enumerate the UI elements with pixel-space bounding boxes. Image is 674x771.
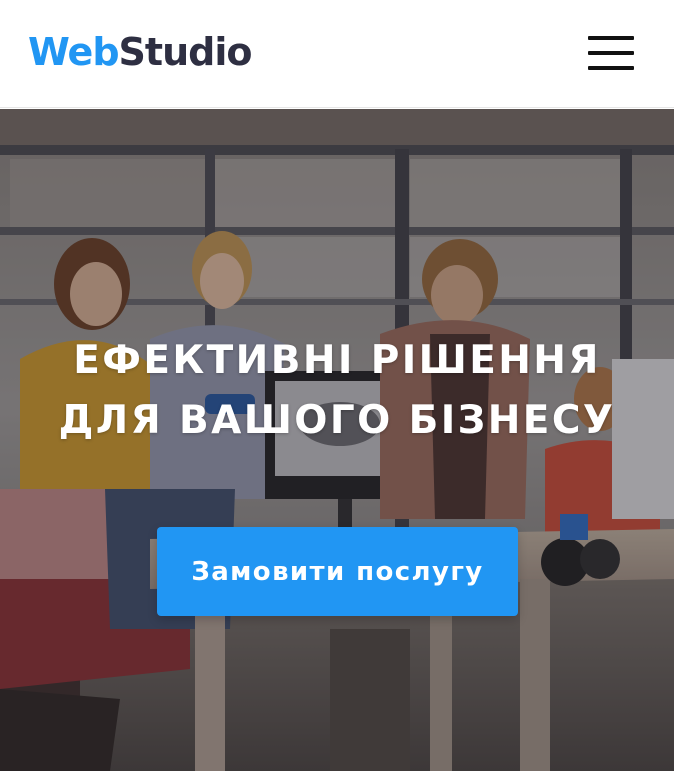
logo[interactable]: WebStudio xyxy=(28,29,253,74)
hero-title-line-2: ДЛЯ ВАШОГО БІЗНЕСУ xyxy=(58,398,616,444)
logo-studio: Studio xyxy=(118,29,253,74)
burger-line-bottom xyxy=(588,65,634,70)
order-service-button[interactable]: Замовити послугу xyxy=(157,527,518,616)
burger-line-top xyxy=(588,35,634,40)
burger-line-middle xyxy=(588,50,634,55)
hero-title: ЕФЕКТИВНІ РІШЕННЯ ДЛЯ ВАШОГО БІЗНЕСУ xyxy=(0,331,674,451)
hero-title-line-1: ЕФЕКТИВНІ РІШЕННЯ xyxy=(73,338,601,383)
logo-web: Web xyxy=(28,29,120,74)
hero-section: ЕФЕКТИВНІ РІШЕННЯ ДЛЯ ВАШОГО БІЗНЕСУ Зам… xyxy=(0,109,674,771)
site-header: WebStudio xyxy=(0,0,674,108)
hamburger-menu-icon[interactable] xyxy=(588,35,634,70)
